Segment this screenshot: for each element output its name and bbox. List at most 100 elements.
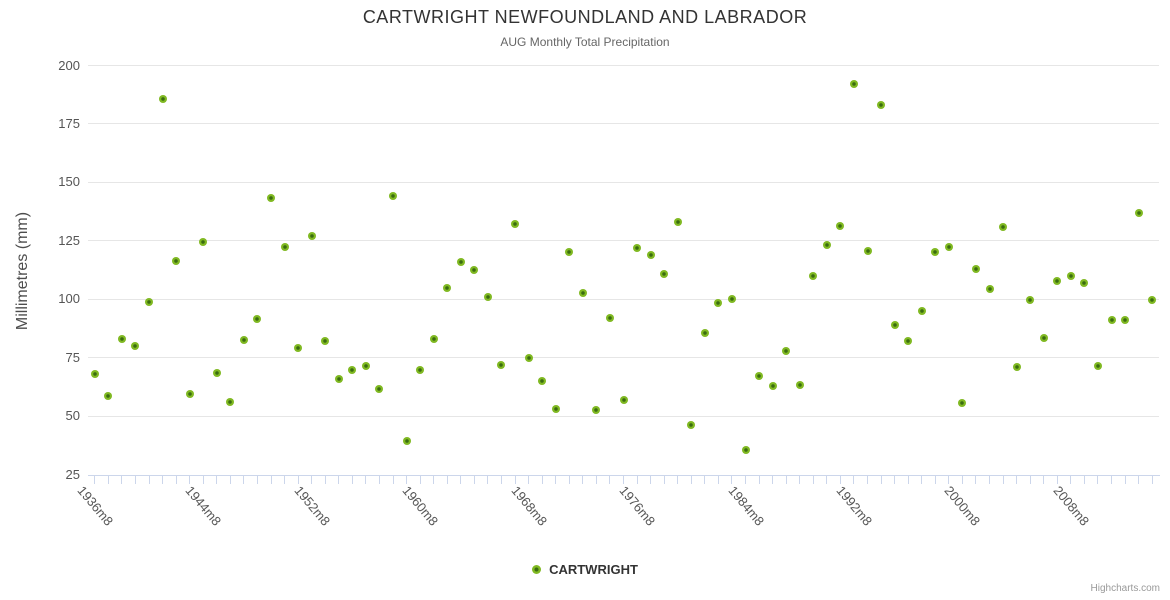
data-point[interactable] (402, 436, 411, 445)
data-point[interactable] (145, 297, 153, 306)
x-tick (392, 475, 394, 484)
data-point[interactable] (985, 284, 994, 293)
data-point[interactable] (389, 192, 398, 201)
data-point[interactable] (511, 220, 520, 229)
data-point[interactable] (1080, 278, 1089, 287)
data-point[interactable] (809, 271, 818, 280)
data-point[interactable] (822, 241, 831, 250)
data-point[interactable] (334, 374, 343, 383)
data-point[interactable] (904, 337, 913, 346)
data-point[interactable] (524, 353, 533, 362)
credits-link[interactable]: Highcharts.com (1091, 583, 1160, 594)
x-tick (623, 475, 624, 484)
data-point[interactable] (483, 292, 492, 301)
data-point[interactable] (633, 243, 642, 252)
data-point[interactable] (470, 266, 479, 274)
data-point[interactable] (877, 101, 886, 110)
data-point[interactable] (971, 264, 980, 273)
data-point[interactable] (294, 344, 303, 353)
data-point[interactable] (443, 283, 452, 292)
data-point[interactable] (226, 398, 235, 407)
x-tick (216, 475, 218, 484)
data-point[interactable] (307, 232, 316, 241)
data-point[interactable] (280, 242, 289, 251)
data-point[interactable] (375, 385, 384, 394)
data-point[interactable] (1066, 271, 1075, 280)
data-point[interactable] (619, 395, 628, 404)
data-point[interactable] (1121, 316, 1130, 325)
data-point[interactable] (999, 222, 1008, 231)
data-point[interactable] (944, 242, 953, 251)
x-tick-label: 1984m8 (725, 482, 767, 529)
x-tick (663, 475, 665, 484)
legend-item-cartwright[interactable]: CARTWRIGHT (0, 562, 1170, 577)
data-point[interactable] (212, 368, 221, 377)
x-tick (134, 475, 136, 484)
data-point[interactable] (687, 421, 696, 430)
x-tick (1083, 475, 1085, 484)
y-tick-label: 75 (65, 349, 80, 365)
data-point[interactable] (565, 248, 574, 257)
x-tick (528, 475, 530, 484)
data-point[interactable] (1039, 333, 1048, 342)
data-point[interactable] (700, 329, 709, 338)
data-point[interactable] (90, 370, 99, 378)
data-point[interactable] (605, 313, 614, 322)
data-point[interactable] (158, 95, 167, 104)
x-tick (94, 475, 96, 484)
data-point[interactable] (1093, 361, 1102, 370)
x-tick (338, 475, 340, 484)
data-point[interactable] (104, 392, 113, 401)
data-point[interactable] (429, 334, 438, 343)
data-point[interactable] (714, 298, 723, 307)
data-point[interactable] (741, 445, 750, 454)
data-point[interactable] (551, 405, 560, 414)
data-point[interactable] (768, 381, 777, 390)
data-point[interactable] (348, 366, 357, 375)
data-point[interactable] (1053, 276, 1062, 285)
data-point[interactable] (321, 337, 330, 346)
data-point[interactable] (592, 406, 601, 415)
data-point[interactable] (361, 361, 370, 370)
data-point[interactable] (199, 237, 208, 246)
x-tick (460, 475, 462, 484)
data-point[interactable] (497, 360, 506, 369)
x-tick (772, 475, 774, 484)
data-point[interactable] (117, 334, 126, 343)
data-point[interactable] (890, 320, 899, 329)
data-point[interactable] (578, 289, 587, 298)
data-point[interactable] (253, 315, 262, 324)
data-point[interactable] (172, 256, 181, 265)
x-tick (636, 475, 638, 484)
data-point[interactable] (185, 389, 194, 398)
data-point[interactable] (646, 250, 655, 259)
data-point[interactable] (456, 257, 465, 266)
data-point[interactable] (1134, 208, 1143, 217)
data-point[interactable] (131, 341, 140, 350)
data-point[interactable] (931, 248, 940, 257)
data-point[interactable] (849, 80, 858, 89)
data-point[interactable] (660, 269, 669, 278)
data-point[interactable] (836, 221, 845, 230)
y-tick-label: 50 (65, 408, 80, 424)
data-point[interactable] (673, 218, 682, 227)
data-point[interactable] (1026, 296, 1035, 305)
data-point[interactable] (863, 247, 872, 256)
x-tick (1070, 475, 1072, 484)
data-point[interactable] (267, 193, 276, 202)
data-point[interactable] (1148, 296, 1157, 305)
data-point[interactable] (917, 306, 926, 315)
data-point[interactable] (1107, 316, 1116, 325)
data-point[interactable] (958, 399, 967, 408)
data-point[interactable] (1012, 362, 1021, 371)
x-tick (555, 475, 557, 484)
data-point[interactable] (795, 380, 804, 389)
data-point[interactable] (416, 366, 425, 375)
data-point[interactable] (782, 346, 791, 355)
x-tick (121, 475, 123, 484)
data-point[interactable] (755, 372, 764, 381)
data-point[interactable] (727, 295, 736, 304)
x-tick (650, 475, 652, 484)
data-point[interactable] (538, 377, 547, 385)
data-point[interactable] (239, 336, 248, 345)
